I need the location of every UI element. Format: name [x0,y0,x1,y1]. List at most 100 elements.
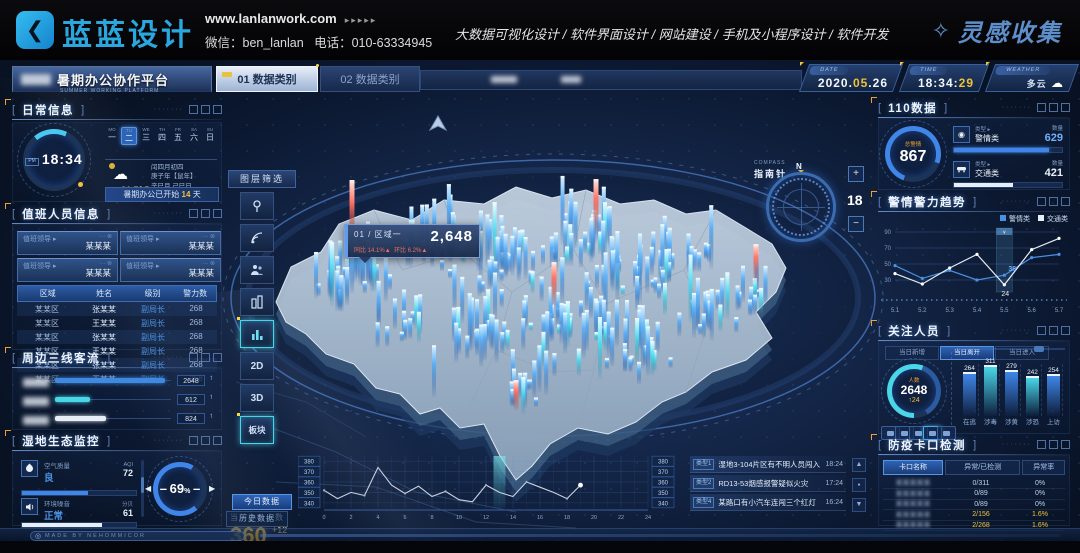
expand-icon[interactable] [1061,326,1070,335]
tab-data-category-1[interactable]: 01 数据类别 [216,66,318,92]
duty-leader-card[interactable]: 值班领导 ▸··· ⊗某某某 [17,258,118,282]
week-day[interactable]: MO一 [105,127,119,145]
card-more-icon[interactable]: ··· ⊗ [202,233,215,240]
table-cell: 某某区 [17,302,77,316]
gauge-right-arrow-icon[interactable]: ▶ [209,484,215,493]
expand-icon[interactable] [213,353,222,362]
restore-icon[interactable] [1049,197,1058,206]
car-icon [953,161,970,178]
layer-building-button[interactable] [240,288,274,316]
compass-dial[interactable] [766,172,836,242]
minimize-icon[interactable] [189,105,198,114]
layer-signal-button[interactable] [240,224,274,252]
sparkle-icon: ✧ [932,18,950,44]
dashboard: 暑期办公协作平台 SUMMER WORKING PLATFORM 01 数据类别… [0,60,1080,553]
duty-leader-card[interactable]: 值班领导 ▸··· ⊗某某某 [17,231,118,255]
minimize-icon[interactable] [189,209,198,218]
restore-icon[interactable] [201,209,210,218]
bar-value: 264 [963,365,976,372]
restore-icon[interactable] [201,105,210,114]
expand-icon[interactable] [213,105,222,114]
week-day-cn: 日 [203,132,217,143]
expand-icon[interactable] [1061,197,1070,206]
restore-icon[interactable] [1049,103,1058,112]
alert-tag: 类型4 [693,497,714,508]
layer-chart-button[interactable] [240,320,274,348]
alert-time: 17:24 [825,480,843,487]
week-day[interactable]: SA六 [187,127,201,145]
focus-slider[interactable] [959,348,1065,350]
panel-title: 警情警力趋势 [888,194,966,210]
week-day[interactable]: FR五 [171,127,185,145]
minimize-icon[interactable] [189,353,198,362]
header-dots: ······· [1002,327,1032,334]
ampm-label: PM [25,158,39,166]
inspiration-collect[interactable]: ✧ 灵感收集 [932,13,1062,48]
zoom-out-button[interactable]: − [848,216,864,232]
week-day[interactable]: WE三 [139,127,153,145]
minimize-icon[interactable] [1037,326,1046,335]
week-day[interactable]: TU二 [121,127,137,145]
card-more-icon[interactable]: ··· ⊗ [202,260,215,267]
website-url[interactable]: www.lanlanwork.com▸▸▸▸▸ [205,11,377,26]
card-more-icon[interactable]: ··· ⊗ [99,260,112,267]
panel-nearby-flow: [周边三线客流]······· 2648↿612↿824↿ [12,350,222,430]
censored-mark [561,76,581,83]
header-dots: ······· [154,354,184,361]
alert-row[interactable]: 类型1湿地3-104片区有不明人员闯入18:24 [690,456,846,473]
expand-icon[interactable] [213,209,222,218]
minimize-icon[interactable] [1037,197,1046,206]
scroll-down-button[interactable]: ▼ [852,498,866,512]
card-more-icon[interactable]: ··· ⊗ [99,233,112,240]
alert-row[interactable]: 类型4某路口有小汽车连闯三个红灯16:24 [690,494,846,511]
svg-text:24: 24 [645,515,651,521]
eco-divider-scrollbar[interactable] [141,460,144,517]
alert-row[interactable]: 类型2RD13-53烟感报警疑似火灾17:24 [690,475,846,492]
alert-time: 16:24 [825,499,843,506]
layer-people-button[interactable] [240,256,274,284]
cursor-icon [430,116,446,130]
flow-track [55,399,171,400]
duty-leader-card[interactable]: 值班领导 ▸··· ⊗某某某 [120,258,221,282]
checkpoint-column-header[interactable]: 异常率 [1022,460,1065,475]
panel-checkpoint: [防疫卡口检测]······· 卡口名称异常/已检测异常率 某某某某某0/311… [878,437,1070,526]
restore-icon[interactable] [1049,440,1058,449]
expand-icon[interactable] [1061,440,1070,449]
duty-leader-card[interactable]: 值班领导 ▸··· ⊗某某某 [120,231,221,255]
today-data-button[interactable]: 今日数据 [232,494,292,510]
zoom-in-button[interactable]: + [848,166,864,182]
expand-icon[interactable] [1061,103,1070,112]
week-day[interactable]: SU日 [203,127,217,145]
minimize-icon[interactable] [189,436,198,445]
svg-text:14: 14 [510,515,516,521]
column-header[interactable]: 警力数 [174,286,216,301]
scroll-dot[interactable]: ● [852,478,866,492]
panel-title: 值班人员信息 [22,206,100,222]
week-day[interactable]: TH四 [155,127,169,145]
divider [951,352,952,425]
restore-icon[interactable] [201,436,210,445]
minimize-icon[interactable] [1037,103,1046,112]
column-header[interactable]: 姓名 [77,286,130,301]
tab-data-category-2[interactable]: 02 数据类别 [320,66,420,92]
column-header[interactable]: 级别 [131,286,175,301]
minimize-icon[interactable] [1037,440,1046,449]
restore-icon[interactable] [201,353,210,362]
svg-text:10: 10 [456,515,462,521]
svg-text:5.7: 5.7 [1055,308,1064,314]
clock-dot [78,182,83,187]
layer-2d-button[interactable]: 2D [240,352,274,380]
gauge-left-arrow-icon[interactable]: ◀ [145,484,151,493]
layer-board-button[interactable]: 板块 [240,416,274,444]
history-data-button[interactable]: 历史数据 [226,511,288,527]
people-icon [250,263,264,277]
column-header[interactable]: 区域 [18,286,77,301]
map-pin-icon [250,199,264,213]
layer-camera-button[interactable] [240,192,274,220]
layer-3d-button[interactable]: 3D [240,384,274,412]
checkpoint-column-header[interactable]: 异常/已检测 [945,460,1020,475]
checkpoint-column-header[interactable]: 卡口名称 [883,460,943,475]
expand-icon[interactable] [213,436,222,445]
scroll-up-button[interactable]: ▲ [852,458,866,472]
restore-icon[interactable] [1049,326,1058,335]
